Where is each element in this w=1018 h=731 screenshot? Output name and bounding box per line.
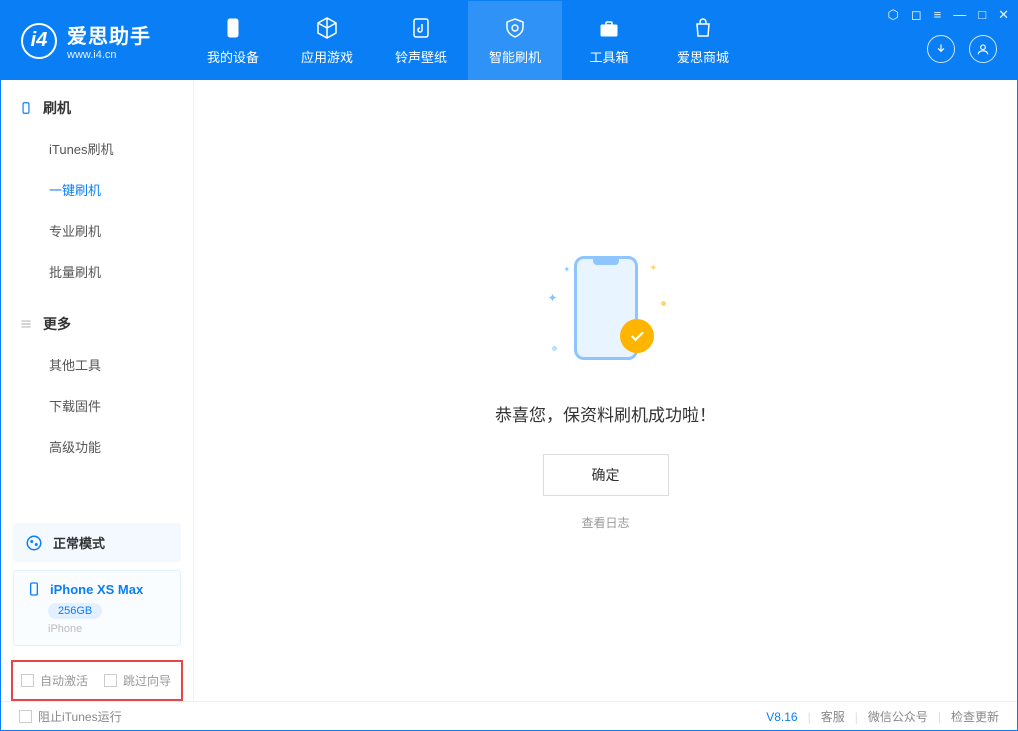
success-message: 恭喜您，保资料刷机成功啦！ [495,401,716,426]
main-nav: 我的设备 应用游戏 铃声壁纸 智能刷机 工具箱 爱思商城 [186,1,750,80]
sidebar-item-advanced[interactable]: 高级功能 [1,426,193,467]
header-right-buttons [927,35,997,63]
nav-ringtone-wallpaper[interactable]: 铃声壁纸 [374,1,468,80]
download-button[interactable] [927,35,955,63]
footer-link-update[interactable]: 检查更新 [951,708,999,725]
toolbox-icon [596,15,622,41]
phone-icon [19,101,33,115]
sidebar-header-flash: 刷机 [1,98,193,128]
device-type: iPhone [48,623,168,635]
feedback-icon[interactable]: ◻ [911,7,922,23]
device-info-box[interactable]: iPhone XS Max 256GB iPhone [13,570,181,646]
app-subtitle: www.i4.cn [67,49,151,61]
sidebar-item-batch-flash[interactable]: 批量刷机 [1,251,193,292]
device-icon [220,15,246,41]
sidebar: 刷机 iTunes刷机 一键刷机 专业刷机 批量刷机 更多 其他工具 下载固件 … [1,80,194,701]
sidebar-item-itunes-flash[interactable]: iTunes刷机 [1,128,193,169]
checkbox-skip-wizard[interactable]: 跳过向导 [104,672,171,689]
success-illustration: ✦ ✦ ✦ [546,251,666,371]
sidebar-item-oneclick-flash[interactable]: 一键刷机 [1,169,193,210]
nav-store[interactable]: 爱思商城 [656,1,750,80]
sidebar-item-download-firmware[interactable]: 下载固件 [1,385,193,426]
app-title: 爱思助手 [67,20,151,49]
status-icon [25,534,43,552]
device-storage-badge: 256GB [48,603,102,619]
checkbox-icon [21,674,34,687]
checkbox-auto-activate[interactable]: 自动激活 [21,672,88,689]
cube-icon [314,15,340,41]
shirt-icon[interactable]: ⬡ [887,7,898,23]
store-icon [690,15,716,41]
window-controls: ⬡ ◻ ≡ — □ ✕ [887,7,1009,23]
refresh-shield-icon [502,15,528,41]
user-button[interactable] [969,35,997,63]
main-content: ✦ ✦ ✦ 恭喜您，保资料刷机成功啦！ 确定 查看日志 [194,80,1017,701]
nav-toolbox[interactable]: 工具箱 [562,1,656,80]
nav-smart-flash[interactable]: 智能刷机 [468,1,562,80]
menu-icon[interactable]: ≡ [934,7,942,23]
version-label: V8.16 [766,710,797,724]
sidebar-item-other-tools[interactable]: 其他工具 [1,344,193,385]
ok-button[interactable]: 确定 [543,454,669,496]
close-button[interactable]: ✕ [998,7,1009,23]
app-logo: i4 爱思助手 www.i4.cn [1,20,171,61]
sidebar-item-pro-flash[interactable]: 专业刷机 [1,210,193,251]
mode-status-box[interactable]: 正常模式 [13,523,181,562]
footer-link-support[interactable]: 客服 [821,708,845,725]
nav-my-device[interactable]: 我的设备 [186,1,280,80]
device-name: iPhone XS Max [50,582,143,597]
device-phone-icon [26,581,42,597]
list-icon [19,317,33,331]
checkbox-block-itunes[interactable]: 阻止iTunes运行 [19,708,122,725]
view-log-link[interactable]: 查看日志 [581,514,629,531]
checkbox-icon [104,674,117,687]
nav-apps-games[interactable]: 应用游戏 [280,1,374,80]
maximize-button[interactable]: □ [978,7,986,23]
sidebar-header-more: 更多 [1,314,193,344]
footer-link-wechat[interactable]: 微信公众号 [868,708,928,725]
checkbox-icon [19,710,32,723]
highlighted-checkbox-row: 自动激活 跳过向导 [11,660,183,701]
logo-icon: i4 [21,23,57,59]
footer: 阻止iTunes运行 V8.16 | 客服 | 微信公众号 | 检查更新 [1,701,1017,731]
music-icon [408,15,434,41]
checkmark-badge-icon [620,319,654,353]
minimize-button[interactable]: — [953,7,966,23]
header: i4 爱思助手 www.i4.cn 我的设备 应用游戏 铃声壁纸 智能刷机 工具… [1,1,1017,80]
